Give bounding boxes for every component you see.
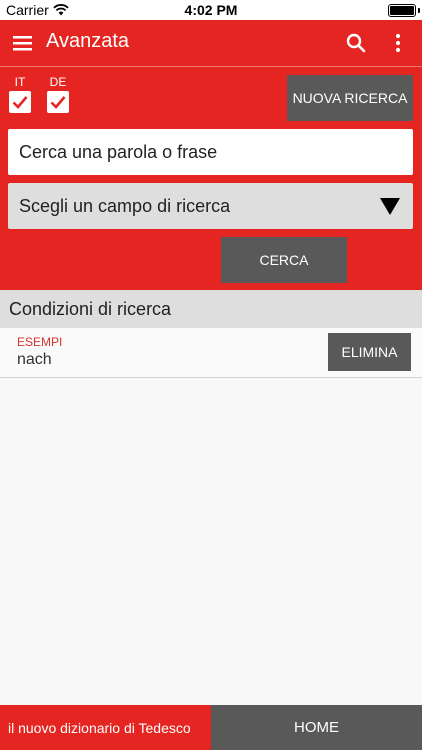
delete-condition-button[interactable]: ELIMINA: [328, 333, 411, 371]
conditions-header: Condizioni di ricerca: [0, 290, 422, 328]
search-icon[interactable]: [344, 31, 368, 55]
battery-tip: [418, 8, 420, 13]
search-field-select-label: Scegli un campo di ricerca: [19, 196, 231, 216]
search-button[interactable]: CERCA: [221, 237, 347, 283]
condition-type: ESEMPI: [17, 335, 63, 349]
language-de-label: DE: [49, 75, 67, 89]
search-input[interactable]: [8, 129, 413, 175]
page-title: Avanzata: [46, 30, 130, 52]
battery-fill: [390, 6, 414, 15]
app-screen: Carrier 4:02 PM Avanzata IT DE NUOVA RIC…: [0, 0, 422, 750]
home-button[interactable]: HOME: [211, 705, 422, 750]
app-bar: Avanzata: [0, 20, 422, 66]
new-search-button[interactable]: NUOVA RICERCA: [287, 75, 413, 121]
condition-row: ESEMPI nach ELIMINA: [0, 328, 422, 378]
language-de-checkbox[interactable]: [47, 91, 69, 113]
app-brand-label: il nuovo dizionario di Tedesco: [0, 705, 211, 750]
language-it-checkbox[interactable]: [9, 91, 31, 113]
language-de: DE: [45, 75, 71, 116]
search-field-select[interactable]: Scegli un campo di ricerca: [8, 183, 413, 229]
search-panel: IT DE NUOVA RICERCA Scegli un campo di r…: [0, 66, 422, 290]
check-icon: [12, 96, 28, 109]
dropdown-triangle-icon: [380, 198, 400, 215]
condition-value: nach: [17, 351, 52, 368]
menu-icon[interactable]: [12, 32, 34, 54]
language-it-label: IT: [14, 75, 26, 89]
bottom-bar: il nuovo dizionario di Tedesco HOME: [0, 705, 422, 750]
status-time: 4:02 PM: [184, 2, 238, 18]
more-vertical-icon[interactable]: [386, 31, 410, 55]
language-it: IT: [7, 75, 33, 116]
check-icon: [50, 96, 66, 109]
battery-icon: [388, 4, 416, 17]
status-bar: Carrier 4:02 PM: [0, 0, 422, 20]
